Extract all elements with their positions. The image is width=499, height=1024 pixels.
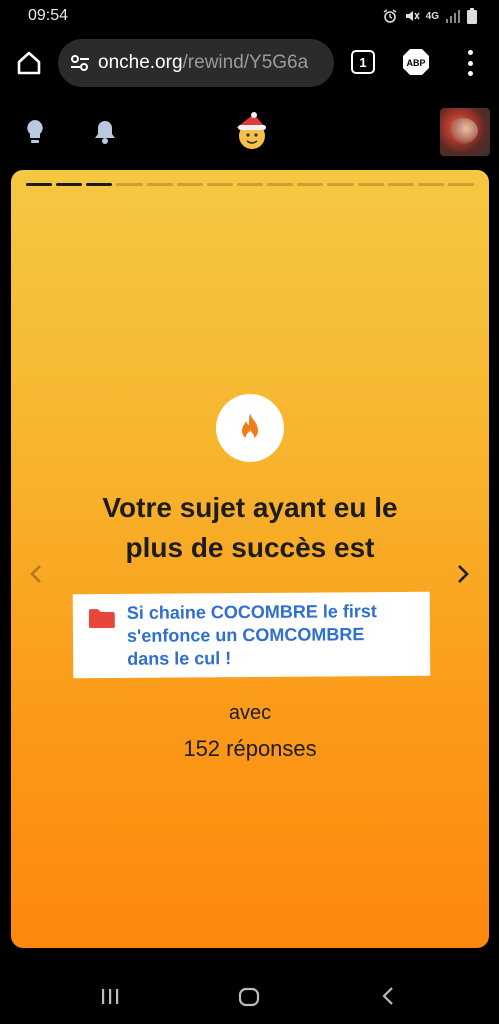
site-settings-icon[interactable] <box>68 51 92 75</box>
progress-segment <box>56 183 83 186</box>
topic-title-line-3: dans le cul ! <box>127 648 232 669</box>
avec-label: avec <box>228 702 272 724</box>
flame-icon <box>242 413 258 441</box>
adblock-label: ABP <box>406 58 425 68</box>
browser-toolbar: onche.org/rewind/Y5G6a 1 ABP <box>0 36 499 90</box>
reply-count: 152 réponses <box>183 736 317 761</box>
tab-count: 1 <box>359 54 367 70</box>
url-path: /rewind/Y5G6a <box>182 52 309 73</box>
system-nav-bar <box>0 970 499 1024</box>
progress-segment <box>146 183 173 186</box>
status-time: 09:54 <box>28 7 69 24</box>
bell-icon[interactable] <box>92 118 118 146</box>
progress-segment <box>267 183 294 186</box>
battery-icon <box>467 8 477 24</box>
progress-segment <box>236 183 264 186</box>
topic-title[interactable]: Si chaine COCOMBRE le first s'enfonce un… <box>127 600 420 671</box>
home-nav-icon[interactable] <box>237 985 261 1009</box>
user-avatar[interactable] <box>440 108 490 156</box>
rewind-story-card[interactable]: Votre sujet ayant eu le plus de succès e… <box>11 170 489 948</box>
topic-title-line-1: Si chaine COCOMBRE le first <box>126 601 377 623</box>
progress-segment <box>26 183 53 186</box>
progress-segment <box>297 183 324 186</box>
flame-badge <box>216 394 284 462</box>
progress-segment <box>116 183 143 186</box>
progress-segment <box>447 183 475 186</box>
progress-segment <box>86 183 113 186</box>
progress-segment <box>417 183 444 186</box>
status-icons: 4G <box>382 8 477 24</box>
top-topic-link[interactable]: Si chaine COCOMBRE le first s'enfonce un… <box>72 591 431 679</box>
previous-story-arrow[interactable] <box>28 563 44 585</box>
next-story-arrow[interactable] <box>455 563 471 585</box>
story-headline: Votre sujet ayant eu le plus de succès e… <box>51 488 449 568</box>
bulb-icon[interactable] <box>22 118 48 146</box>
network-type: 4G <box>425 10 439 22</box>
site-header <box>0 100 499 164</box>
more-menu-button[interactable] <box>460 50 480 76</box>
topic-title-line-2: s'enfonce un COMCOMBRE <box>126 624 365 646</box>
headline-line-1: Votre sujet ayant eu le <box>102 492 398 523</box>
headline-line-2: plus de succès est <box>125 532 375 563</box>
recents-icon[interactable] <box>100 986 120 1006</box>
more-vert-icon <box>467 50 473 55</box>
story-progress <box>26 183 475 186</box>
progress-segment <box>387 183 414 186</box>
alarm-icon <box>383 9 397 23</box>
address-bar[interactable]: onche.org/rewind/Y5G6a <box>58 39 334 87</box>
santa-emoji-icon[interactable] <box>230 112 270 152</box>
url-text[interactable]: onche.org/rewind/Y5G6a <box>98 52 308 74</box>
progress-segment <box>206 183 233 186</box>
back-icon[interactable] <box>380 985 396 1007</box>
tab-switcher-button[interactable]: 1 <box>351 50 375 74</box>
status-bar: 09:54 4G <box>0 0 499 32</box>
url-host: onche.org <box>98 52 183 73</box>
signal-icon <box>446 10 460 23</box>
progress-segment <box>357 183 384 186</box>
progress-segment <box>327 183 354 186</box>
home-icon <box>17 51 41 75</box>
adblock-button[interactable]: ABP <box>402 48 430 76</box>
mute-icon <box>405 11 420 21</box>
home-button[interactable] <box>14 48 44 78</box>
folder-icon <box>88 609 115 629</box>
progress-segment <box>176 183 203 186</box>
